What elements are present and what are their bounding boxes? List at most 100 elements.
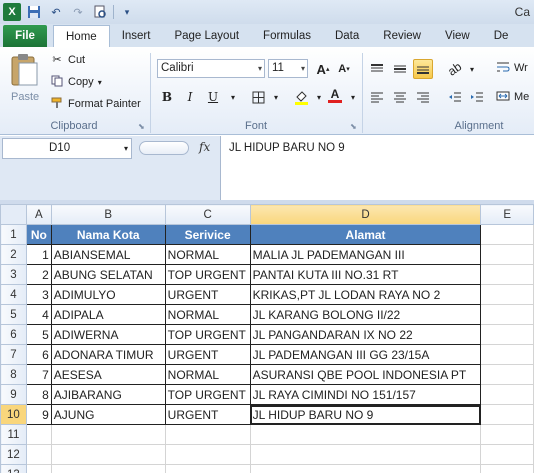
tab-page-layout[interactable]: Page Layout [162, 25, 251, 47]
select-all-corner[interactable] [0, 204, 27, 225]
cell-service[interactable]: TOP URGENT [164, 384, 251, 405]
format-painter-button[interactable]: Format Painter [50, 97, 141, 111]
row-header[interactable]: 1 [0, 224, 27, 245]
cell[interactable] [480, 244, 534, 265]
borders-button[interactable] [248, 87, 268, 107]
shrink-font-button[interactable]: A ▾ [334, 59, 354, 79]
align-center-button[interactable] [390, 87, 410, 107]
cell-nama-kota[interactable]: ADIMULYO [50, 284, 166, 305]
align-top-button[interactable] [367, 59, 387, 79]
orientation-dropdown-icon[interactable]: ▾ [462, 59, 482, 79]
cell-no[interactable]: 1 [25, 244, 52, 265]
row-header[interactable]: 6 [0, 324, 27, 345]
row-header[interactable]: 5 [0, 304, 27, 325]
copy-button[interactable]: Copy ▾ [50, 75, 102, 89]
borders-dropdown-icon[interactable]: ▾ [266, 87, 286, 107]
wrap-text-button[interactable]: Wr [496, 61, 528, 75]
tab-view[interactable]: View [433, 25, 482, 47]
undo-icon[interactable]: ↶ [47, 3, 65, 21]
cell-alamat[interactable]: MALIA JL PADEMANGAN III [249, 244, 482, 265]
cell[interactable] [480, 264, 534, 285]
clipboard-launcher-icon[interactable]: ⬊ [138, 122, 145, 131]
cell-service[interactable]: URGENT [164, 344, 251, 365]
cell[interactable] [480, 224, 534, 245]
cell-no[interactable]: 4 [25, 304, 52, 325]
cell[interactable] [480, 284, 534, 305]
cell-no[interactable]: 9 [25, 404, 52, 425]
insert-function-icon[interactable]: fx [199, 140, 210, 154]
row-header[interactable]: 3 [0, 264, 27, 285]
cell-nama-kota[interactable]: ABIANSEMAL [50, 244, 166, 265]
row-header[interactable]: 11 [0, 424, 27, 445]
cell[interactable] [480, 344, 534, 365]
cell[interactable] [164, 424, 251, 445]
cell[interactable] [480, 424, 534, 445]
cell-alamat[interactable]: JL KARANG BOLONG II/22 [249, 304, 482, 325]
cell-alamat-selected[interactable]: JL HIDUP BARU NO 9 [249, 404, 482, 425]
merge-center-button[interactable]: Me [496, 90, 529, 104]
fill-color-button[interactable] [291, 87, 311, 107]
font-launcher-icon[interactable]: ⬊ [350, 122, 357, 131]
cell[interactable] [50, 424, 166, 445]
cell-nama-kota[interactable]: ADIWERNA [50, 324, 166, 345]
copy-dropdown-icon[interactable]: ▾ [98, 78, 102, 87]
underline-dropdown-icon[interactable]: ▾ [223, 87, 243, 107]
tab-home[interactable]: Home [53, 25, 110, 47]
grow-font-button[interactable]: A ▴ [313, 59, 333, 79]
tab-review[interactable]: Review [371, 25, 433, 47]
row-header[interactable]: 9 [0, 384, 27, 405]
align-bottom-button[interactable] [413, 59, 433, 79]
cell[interactable] [480, 404, 534, 425]
align-middle-button[interactable] [390, 59, 410, 79]
cell[interactable] [25, 464, 52, 473]
cell[interactable] [164, 444, 251, 465]
formula-bar-resize-handle[interactable] [139, 141, 189, 155]
cell[interactable] [249, 424, 482, 445]
cell[interactable] [50, 444, 166, 465]
column-header-b[interactable]: B [50, 204, 166, 225]
cell-alamat[interactable]: ASURANSI QBE POOL INDONESIA PT [249, 364, 482, 385]
cell-nama-kota[interactable]: ABUNG SELATAN [50, 264, 166, 285]
row-header[interactable]: 8 [0, 364, 27, 385]
customize-qat-icon[interactable]: ▾ [118, 3, 136, 21]
tab-file[interactable]: File [3, 25, 47, 47]
align-left-button[interactable] [367, 87, 387, 107]
cell-alamat[interactable]: JL PANGANDARAN IX NO 22 [249, 324, 482, 345]
cell[interactable] [25, 424, 52, 445]
cell-alamat[interactable]: KRIKAS,PT JL LODAN RAYA NO 2 [249, 284, 482, 305]
paste-icon[interactable] [9, 53, 39, 87]
cell-service[interactable]: NORMAL [164, 364, 251, 385]
bold-button[interactable]: B [157, 87, 177, 107]
cell-service[interactable]: TOP URGENT [164, 264, 251, 285]
cell[interactable] [50, 464, 166, 473]
cell-no[interactable]: 6 [25, 344, 52, 365]
cell-no[interactable]: 8 [25, 384, 52, 405]
font-size-select[interactable]: 11 ▾ [268, 59, 308, 78]
row-header[interactable]: 7 [0, 344, 27, 365]
column-header-c[interactable]: C [164, 204, 251, 225]
cell[interactable] [480, 304, 534, 325]
paste-label[interactable]: Paste [11, 91, 39, 103]
font-color-dropdown-icon[interactable]: ▾ [343, 87, 363, 107]
cell-alamat[interactable]: PANTAI KUTA III NO.31 RT [249, 264, 482, 285]
italic-button[interactable]: I [180, 87, 200, 107]
header-cell-service[interactable]: Serivice [164, 224, 251, 245]
cell[interactable] [164, 464, 251, 473]
tab-insert[interactable]: Insert [110, 25, 163, 47]
tab-data[interactable]: Data [323, 25, 371, 47]
cell-alamat[interactable]: JL RAYA CIMINDI NO 151/157 [249, 384, 482, 405]
print-preview-icon[interactable] [91, 3, 109, 21]
cell-service[interactable]: URGENT [164, 284, 251, 305]
decrease-indent-button[interactable] [445, 87, 465, 107]
header-cell-alamat[interactable]: Alamat [249, 224, 482, 245]
column-header-a[interactable]: A [25, 204, 52, 225]
font-name-select[interactable]: Calibri ▾ [157, 59, 265, 78]
redo-icon[interactable]: ↷ [69, 3, 87, 21]
header-cell-nama-kota[interactable]: Nama Kota [50, 224, 166, 245]
cell-no[interactable]: 7 [25, 364, 52, 385]
cell[interactable] [480, 444, 534, 465]
cell[interactable] [249, 464, 482, 473]
column-header-e[interactable]: E [480, 204, 534, 225]
cell-nama-kota[interactable]: AJUNG [50, 404, 166, 425]
cell[interactable] [480, 324, 534, 345]
